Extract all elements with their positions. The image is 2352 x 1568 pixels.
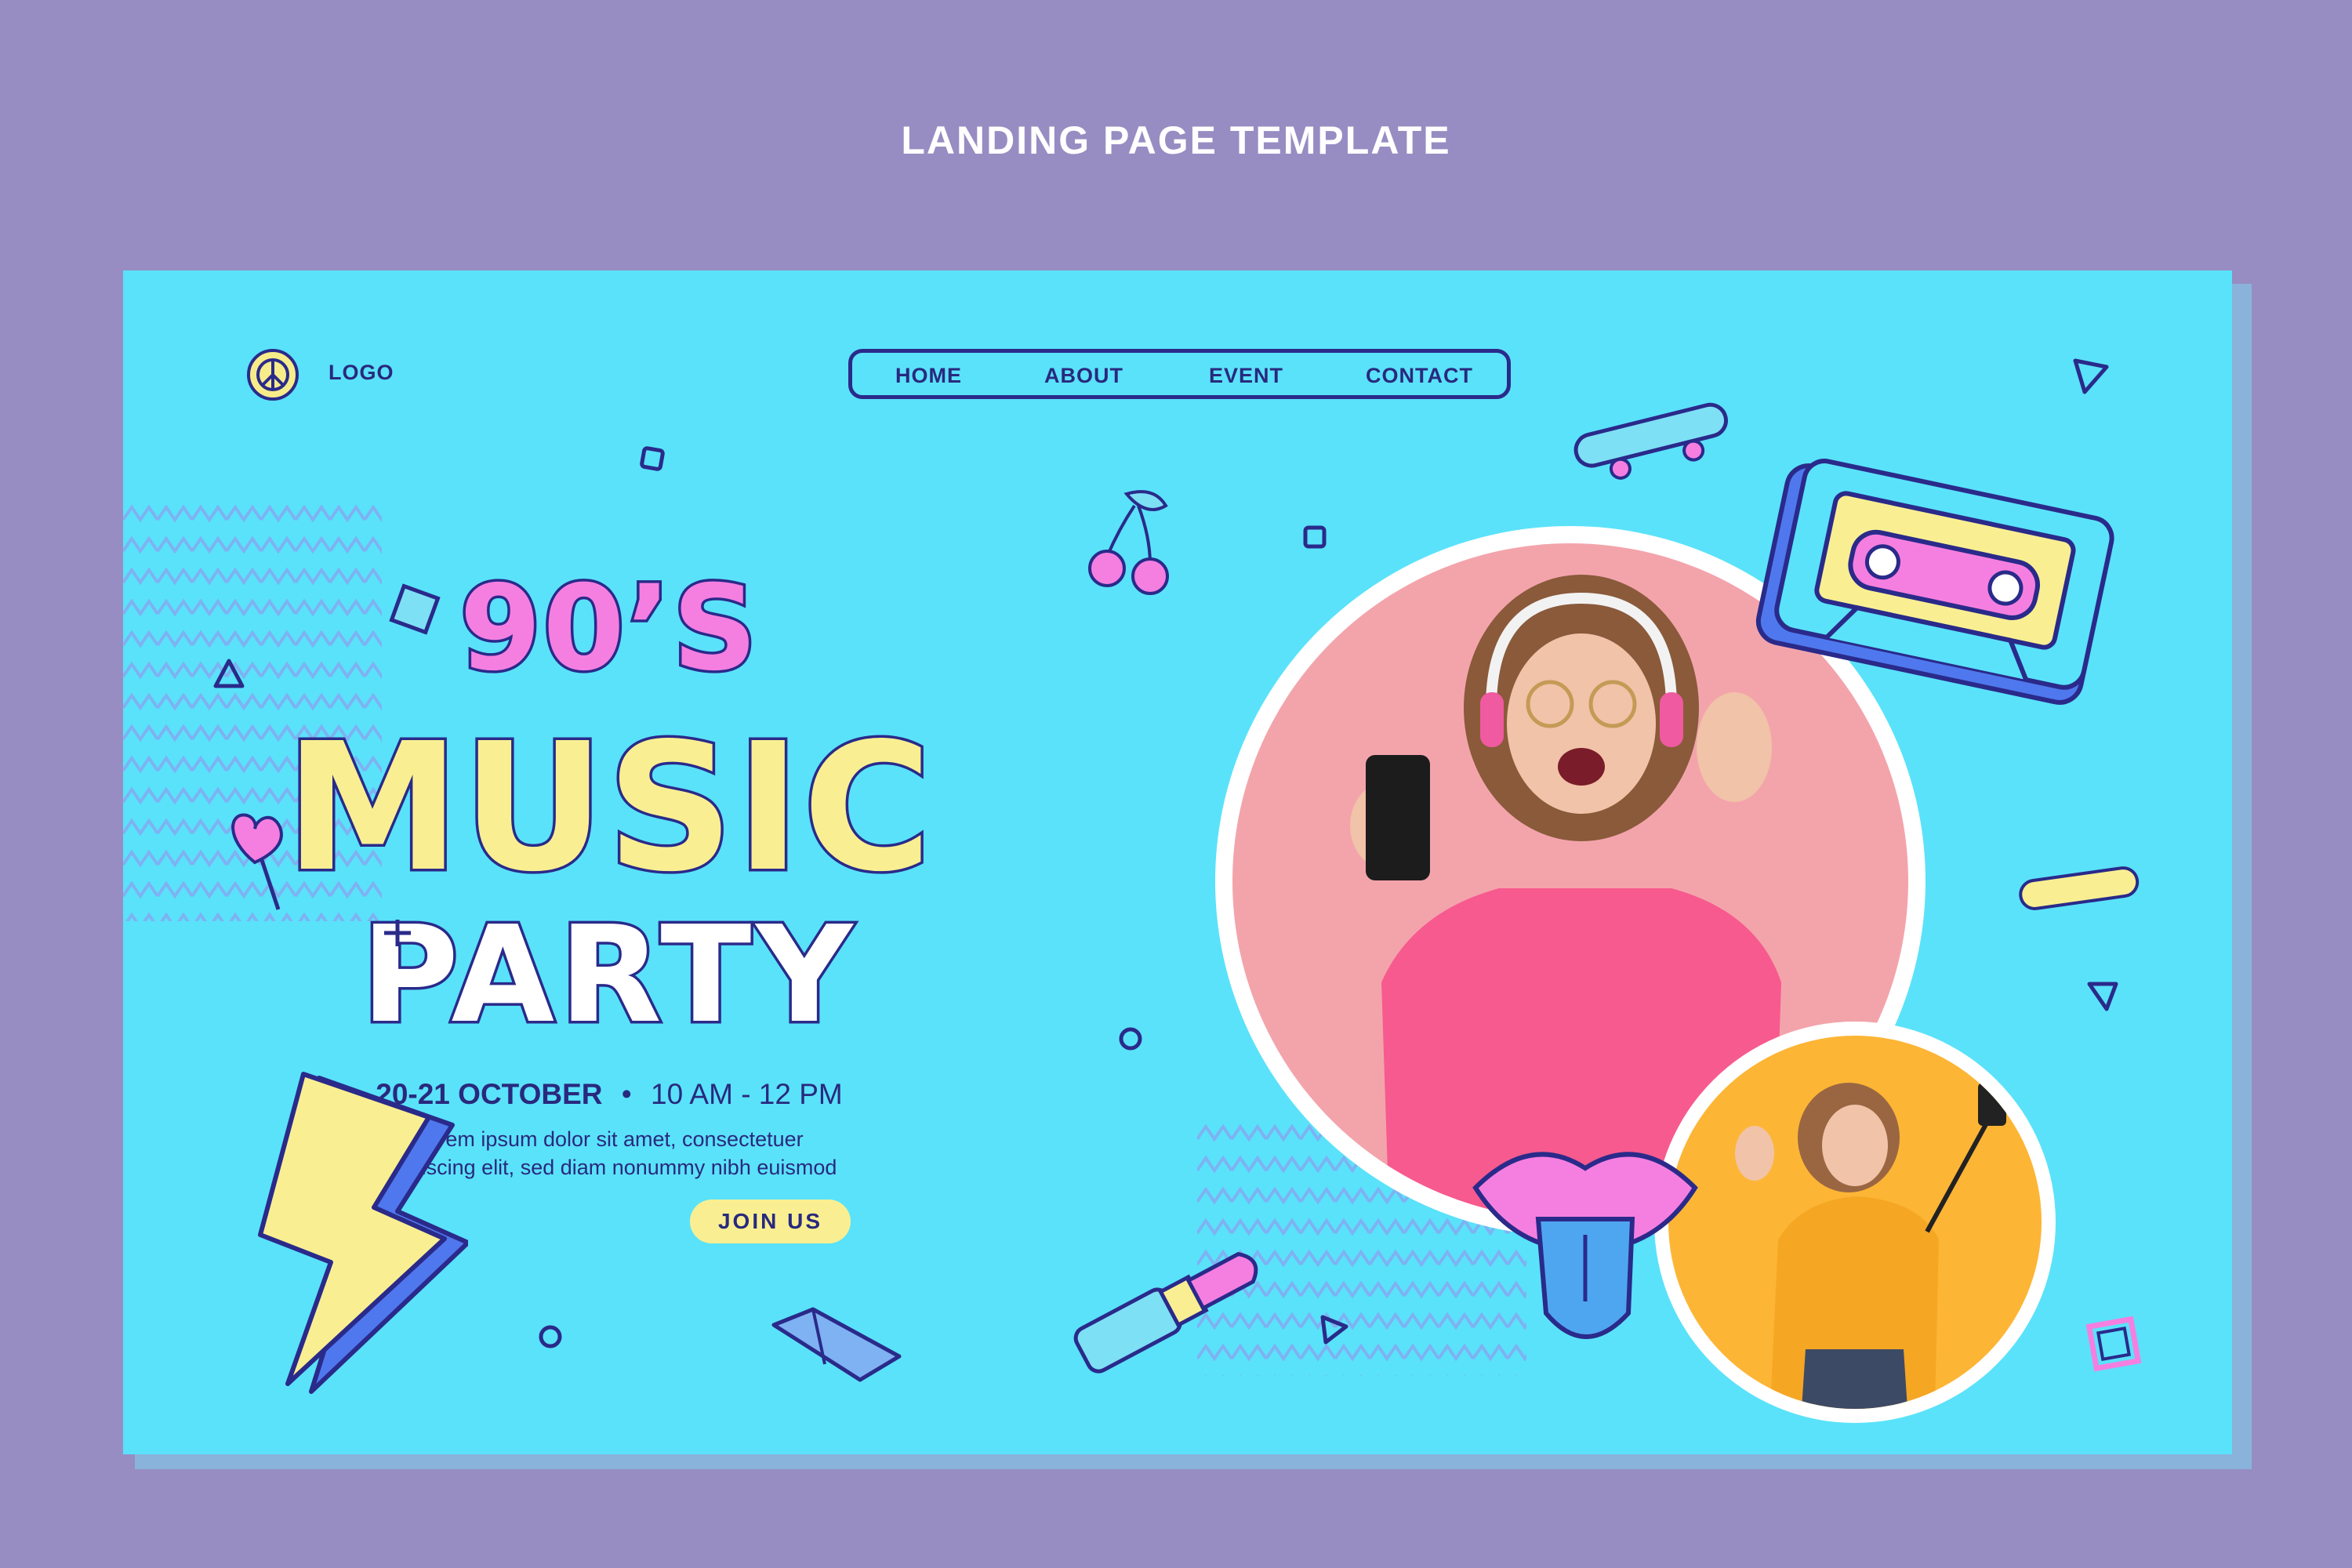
landing-page-mockup: LOGO HOME ABOUT EVENT CONTACT 90’S MUSIC…: [123, 270, 2232, 1454]
circle-decoration-1: [1119, 1027, 1142, 1051]
circle-decoration-2: [539, 1325, 562, 1348]
secondary-photo: [1654, 1022, 2056, 1423]
plus-decoration: [384, 920, 411, 946]
triangle-decoration-4: [1320, 1315, 1348, 1345]
logo-label[interactable]: LOGO: [328, 361, 394, 385]
lightning-icon: [258, 1072, 468, 1394]
skateboard-icon: [1573, 402, 1728, 480]
cube-decoration: [389, 583, 441, 635]
date-separator: •: [621, 1078, 632, 1110]
triangle-decoration-3: [2087, 982, 2118, 1011]
nav-contact[interactable]: CONTACT: [1366, 364, 1473, 388]
main-nav: HOME ABOUT EVENT CONTACT: [848, 349, 1511, 399]
secondary-photo-image: [1668, 1036, 2042, 1409]
lipstick-icon: [1073, 1251, 1258, 1374]
capsule-decoration: [2019, 866, 2140, 910]
nav-about[interactable]: ABOUT: [1044, 364, 1123, 388]
square-decoration-3: [2085, 1316, 2142, 1372]
template-caption: LANDING PAGE TEMPLATE: [901, 118, 1451, 162]
triangle-decoration-1: [2073, 358, 2109, 394]
square-decoration-2: [1303, 525, 1327, 549]
square-decoration-1: [640, 446, 665, 471]
hero-title-line1: 90’S: [457, 558, 760, 700]
nav-home[interactable]: HOME: [895, 364, 962, 388]
join-us-button[interactable]: JOIN US: [690, 1200, 851, 1243]
cassette-icon: [1755, 459, 2114, 705]
peace-icon[interactable]: [247, 349, 299, 401]
lollipop-icon: [231, 813, 283, 910]
lips-icon: [1472, 1152, 1698, 1339]
event-time: 10 AM - 12 PM: [651, 1078, 843, 1110]
cherry-icon: [1088, 490, 1169, 595]
triangle-decoration-2: [213, 659, 245, 688]
nav-event[interactable]: EVENT: [1209, 364, 1283, 388]
crystal-icon: [771, 1307, 902, 1382]
